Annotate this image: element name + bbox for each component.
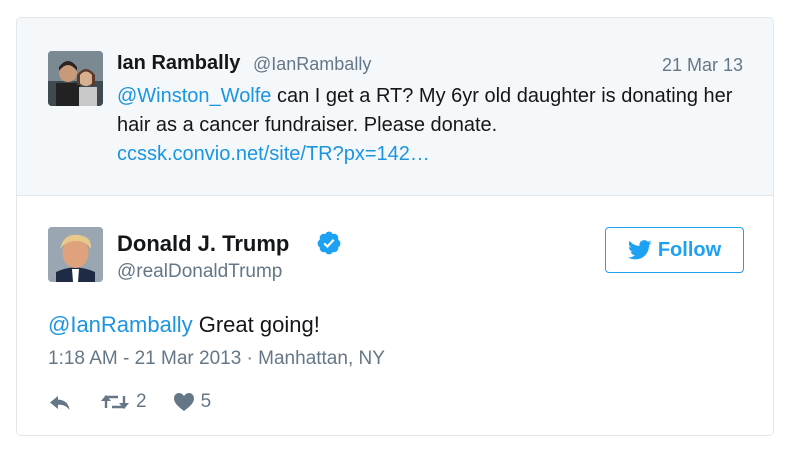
quoted-author-name[interactable]: Ian Rambally [117, 52, 240, 75]
tweet-body: Great going! [192, 312, 320, 337]
tweet-author-name[interactable]: Donald J. Trump [117, 231, 289, 257]
like-count: 5 [200, 391, 212, 412]
heart-icon [173, 393, 194, 411]
tweet-actions: 2 5 [48, 390, 211, 414]
tweet-mention-link[interactable]: @IanRambally [48, 312, 193, 337]
embedded-tweet-card: Ian Rambally @IanRambally 21 Mar 13 @Win… [16, 17, 774, 436]
reply-button[interactable] [48, 392, 72, 412]
quoted-tweet-text: @Winston_Wolfe can I get a RT? My 6yr ol… [117, 82, 747, 140]
ian-rambally-avatar[interactable] [48, 51, 103, 106]
retweet-icon [101, 395, 129, 409]
quoted-author-handle[interactable]: @IanRambally [253, 54, 371, 75]
quoted-mention-link[interactable]: @Winston_Wolfe [117, 85, 271, 107]
donald-trump-avatar[interactable] [48, 227, 103, 282]
verified-badge-icon [317, 231, 341, 255]
tweet-author-handle[interactable]: @realDonaldTrump [117, 261, 282, 283]
quoted-tweet-url[interactable]: ccssk.convio.net/site/TR?px=142… [117, 143, 430, 166]
reply-icon [50, 396, 70, 410]
twitter-bird-icon [627, 240, 652, 260]
follow-button[interactable]: Follow [605, 227, 744, 273]
retweet-button[interactable]: 2 [100, 391, 147, 413]
like-button[interactable]: 5 [173, 391, 212, 413]
quoted-tweet[interactable]: Ian Rambally @IanRambally 21 Mar 13 @Win… [17, 18, 773, 196]
tweet-timestamp-location[interactable]: 1:18 AM - 21 Mar 2013 · Manhattan, NY [48, 348, 385, 370]
retweet-count: 2 [136, 391, 147, 412]
follow-button-label: Follow [657, 238, 722, 261]
tweet-text: @IanRambally Great going! [48, 312, 320, 338]
quoted-tweet-date[interactable]: 21 Mar 13 [662, 55, 743, 76]
